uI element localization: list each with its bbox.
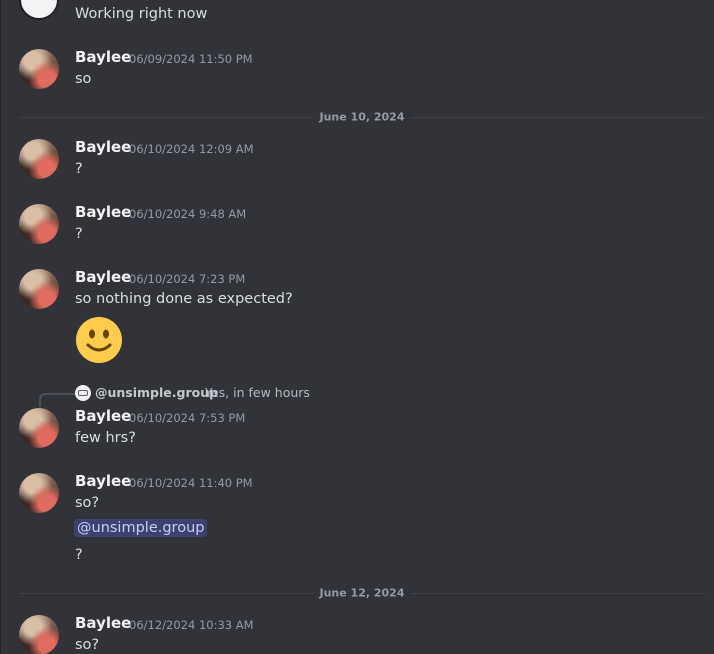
avatar[interactable] <box>19 408 59 448</box>
message-author[interactable]: Baylee <box>75 407 131 425</box>
date-divider-label: June 10, 2024 <box>313 110 411 124</box>
message-author[interactable]: Baylee <box>75 472 131 490</box>
message-content: so <box>75 71 92 87</box>
avatar[interactable] <box>19 139 59 179</box>
avatar[interactable] <box>19 473 59 513</box>
message-timestamp: 06/10/2024 12:09 AM <box>129 142 254 156</box>
message-author[interactable]: Baylee <box>75 203 131 221</box>
message-content: so? <box>75 637 100 653</box>
message-content: so? <box>75 495 100 511</box>
message-timestamp: 06/09/2024 11:50 PM <box>129 52 253 66</box>
message-timestamp: 06/10/2024 7:53 PM <box>129 411 246 425</box>
slightly-smiling-face-emoji[interactable] <box>75 316 123 364</box>
message-content: ? <box>75 161 83 177</box>
avatar[interactable] <box>19 615 59 654</box>
message-author[interactable]: Baylee <box>75 138 131 156</box>
message-author[interactable]: Baylee <box>75 48 131 66</box>
message-content: so nothing done as expected? <box>75 291 293 307</box>
date-divider-label: June 12, 2024 <box>313 586 411 600</box>
message-content: few hrs? <box>75 430 136 446</box>
avatar[interactable] <box>19 0 59 20</box>
reply-author[interactable]: @unsimple.group <box>95 385 218 400</box>
message-content: ? <box>75 226 83 242</box>
reply-preview-text[interactable]: Yes, in few hours <box>205 385 310 400</box>
message-timestamp: 06/10/2024 9:48 AM <box>129 207 247 221</box>
avatar[interactable] <box>19 269 59 309</box>
message-author[interactable]: Baylee <box>75 268 131 286</box>
message-content: Working right now <box>75 6 208 22</box>
message-content: ? <box>75 547 83 563</box>
chat-message-list[interactable]: Working right now Baylee 06/09/2024 11:5… <box>0 0 714 654</box>
message-timestamp: 06/10/2024 7:23 PM <box>129 272 246 286</box>
message-timestamp: 06/10/2024 11:40 PM <box>129 476 253 490</box>
avatar[interactable] <box>19 49 59 89</box>
message-timestamp: 06/12/2024 10:33 AM <box>129 618 254 632</box>
message-author[interactable]: Baylee <box>75 614 131 632</box>
avatar[interactable] <box>19 204 59 244</box>
reply-spine <box>39 393 75 407</box>
reply-avatar[interactable] <box>75 385 91 401</box>
user-mention[interactable]: @unsimple.group <box>74 519 208 537</box>
